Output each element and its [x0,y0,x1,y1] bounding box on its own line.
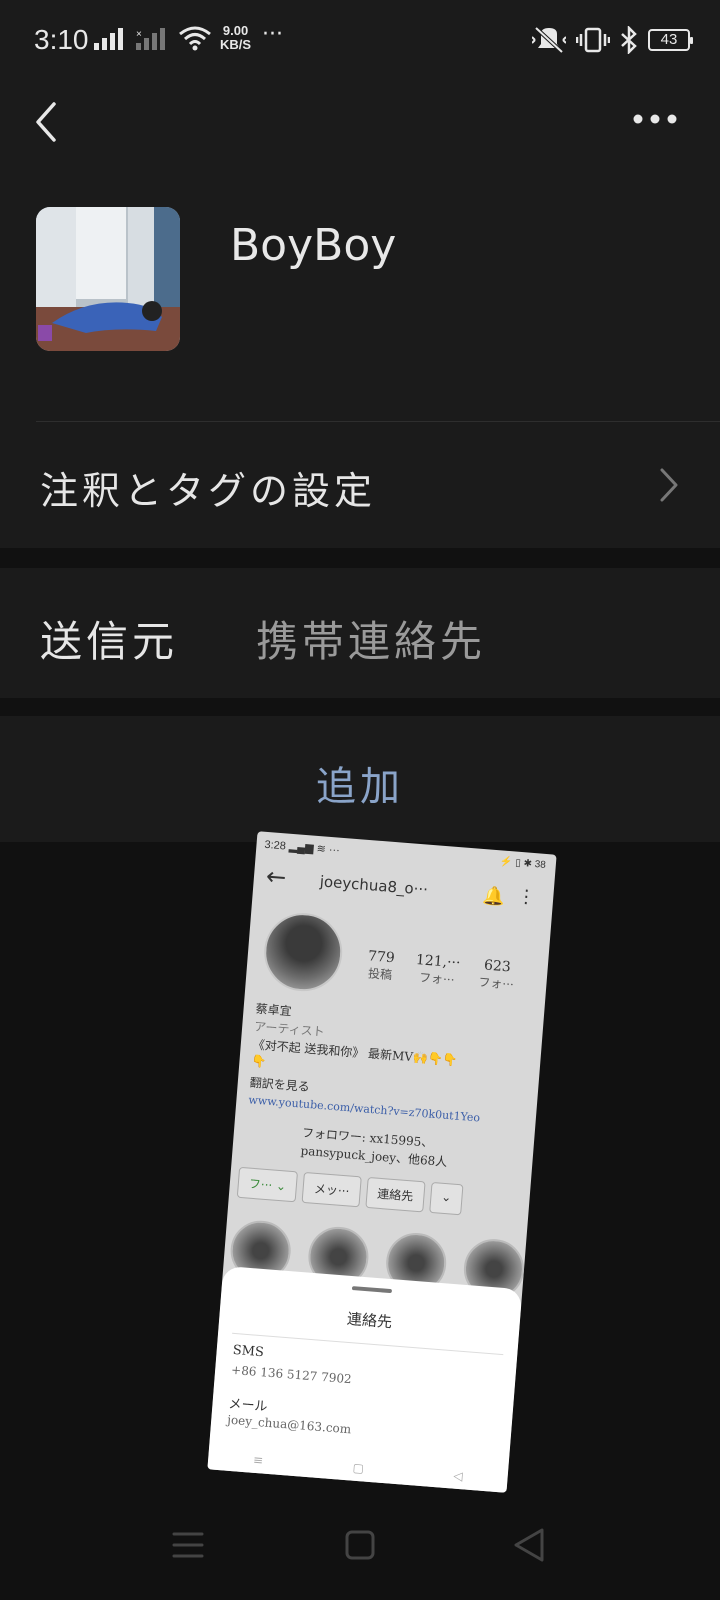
shot-sms-value: +86 136 5127 7902 [230,1362,353,1387]
add-row[interactable]: 追加 [0,716,720,842]
svg-text:×: × [136,29,142,40]
shot-link: www.youtube.com/watch?v=z70k0ut1Yeo [247,1093,481,1125]
notes-tags-row[interactable]: 注釈とタグの設定 [0,422,720,548]
shot-stat-label: フォ··· [418,970,456,988]
shot-contact-sheet: 連絡先 SMS +86 136 5127 7902 メール joey_chua@… [207,1265,523,1493]
status-bar: 3:10 × 9.00 KB/S ··· 43 [0,0,720,82]
shot-translate: 翻訳を見る [249,1075,311,1095]
system-nav-bar [0,1490,720,1600]
vibrate-icon [576,27,610,53]
shot-menu-icon: ⋮ [516,885,537,909]
shot-stat-label: フォ··· [477,975,515,992]
shot-home-nav-icon: ▢ [352,1460,365,1476]
shot-sheet-handle [351,1286,393,1294]
shot-avatar [261,910,346,995]
shot-status-time: 3:28 ▂▄▆ ≋ ··· [264,838,341,857]
shot-bio-line2: 👇 [251,1053,268,1069]
shot-buttons: フ··· ⌄ メッ··· 連絡先 ⌄ [236,1166,464,1216]
shot-sms-label: SMS [232,1342,265,1361]
shot-dropdown-button: ⌄ [428,1181,464,1216]
status-right: 43 [532,26,693,54]
speed-unit: KB/S [220,37,252,52]
signal-no-service-icon: × [136,28,165,50]
embedded-screenshot: 3:28 ▂▄▆ ≋ ··· ⚡ ▯ ✱ 38 ← joeychua8_o···… [207,831,557,1493]
back-button[interactable] [28,94,68,150]
shot-status-more: ··· [328,843,341,857]
shot-back-icon: ← [264,862,288,892]
shot-mail-value: joey_chua@163.com [226,1412,352,1437]
vibrate-mute-icon [532,26,566,54]
source-title: 送信元 [40,617,179,666]
bluetooth-icon [621,26,637,54]
shot-stat-followers: 121,··· フォ··· [414,952,461,988]
shot-username: joeychua8_o··· [319,872,429,899]
shot-message-button: メッ··· [301,1171,362,1208]
wifi-icon [179,26,211,51]
shot-time: 3:28 [264,838,287,853]
shot-menu-nav-icon: ≡ [252,1452,264,1468]
recent-apps-button[interactable] [158,1520,218,1570]
network-speed: 9.00 KB/S [220,24,251,52]
shot-battery: 38 [534,859,547,871]
shot-stat-label: 投稿 [367,966,393,983]
status-time: 3:10 [34,24,89,55]
status-more: ··· [262,22,283,47]
battery-indicator: 43 [648,29,693,51]
shot-contact-button: 連絡先 [365,1176,426,1213]
source-row: 送信元 携帯連絡先 [0,568,720,698]
chevron-right-icon [660,468,678,502]
speed-value: 9.00 [222,23,249,38]
back-nav-button[interactable] [500,1520,560,1570]
more-options-button[interactable] [630,104,680,134]
shot-bell-icon: 🔔 [481,885,506,908]
shot-back-nav-icon: ◁ [452,1468,464,1484]
avatar-photo-icon [36,207,180,351]
source-value: 携帯連絡先 [256,617,487,666]
notes-tags-label: 注釈とタグの設定 [40,469,377,513]
avatar[interactable] [36,207,180,351]
shot-follow-button: フ··· ⌄ [236,1166,299,1203]
add-button[interactable]: 追加 [0,754,720,812]
shot-bio-line1: 《对不起 送我和你》 最新MV🙌👇👇 [252,1037,459,1068]
contact-name: BoyBoy [230,220,397,271]
shot-stat-posts: 779 投稿 [366,948,395,983]
shot-nav: ≡ ▢ ◁ [208,1449,508,1486]
shot-stat-following: 623 フォ··· [478,957,516,993]
shot-status-right: ⚡ ▯ ✱ 38 [499,856,547,871]
shot-bio-name: 蔡卓宜 [255,1001,293,1019]
shot-mail-label: メール [227,1396,269,1415]
signal-icon [94,28,123,50]
contact-header: BoyBoy [0,82,720,422]
home-button[interactable] [330,1520,390,1570]
